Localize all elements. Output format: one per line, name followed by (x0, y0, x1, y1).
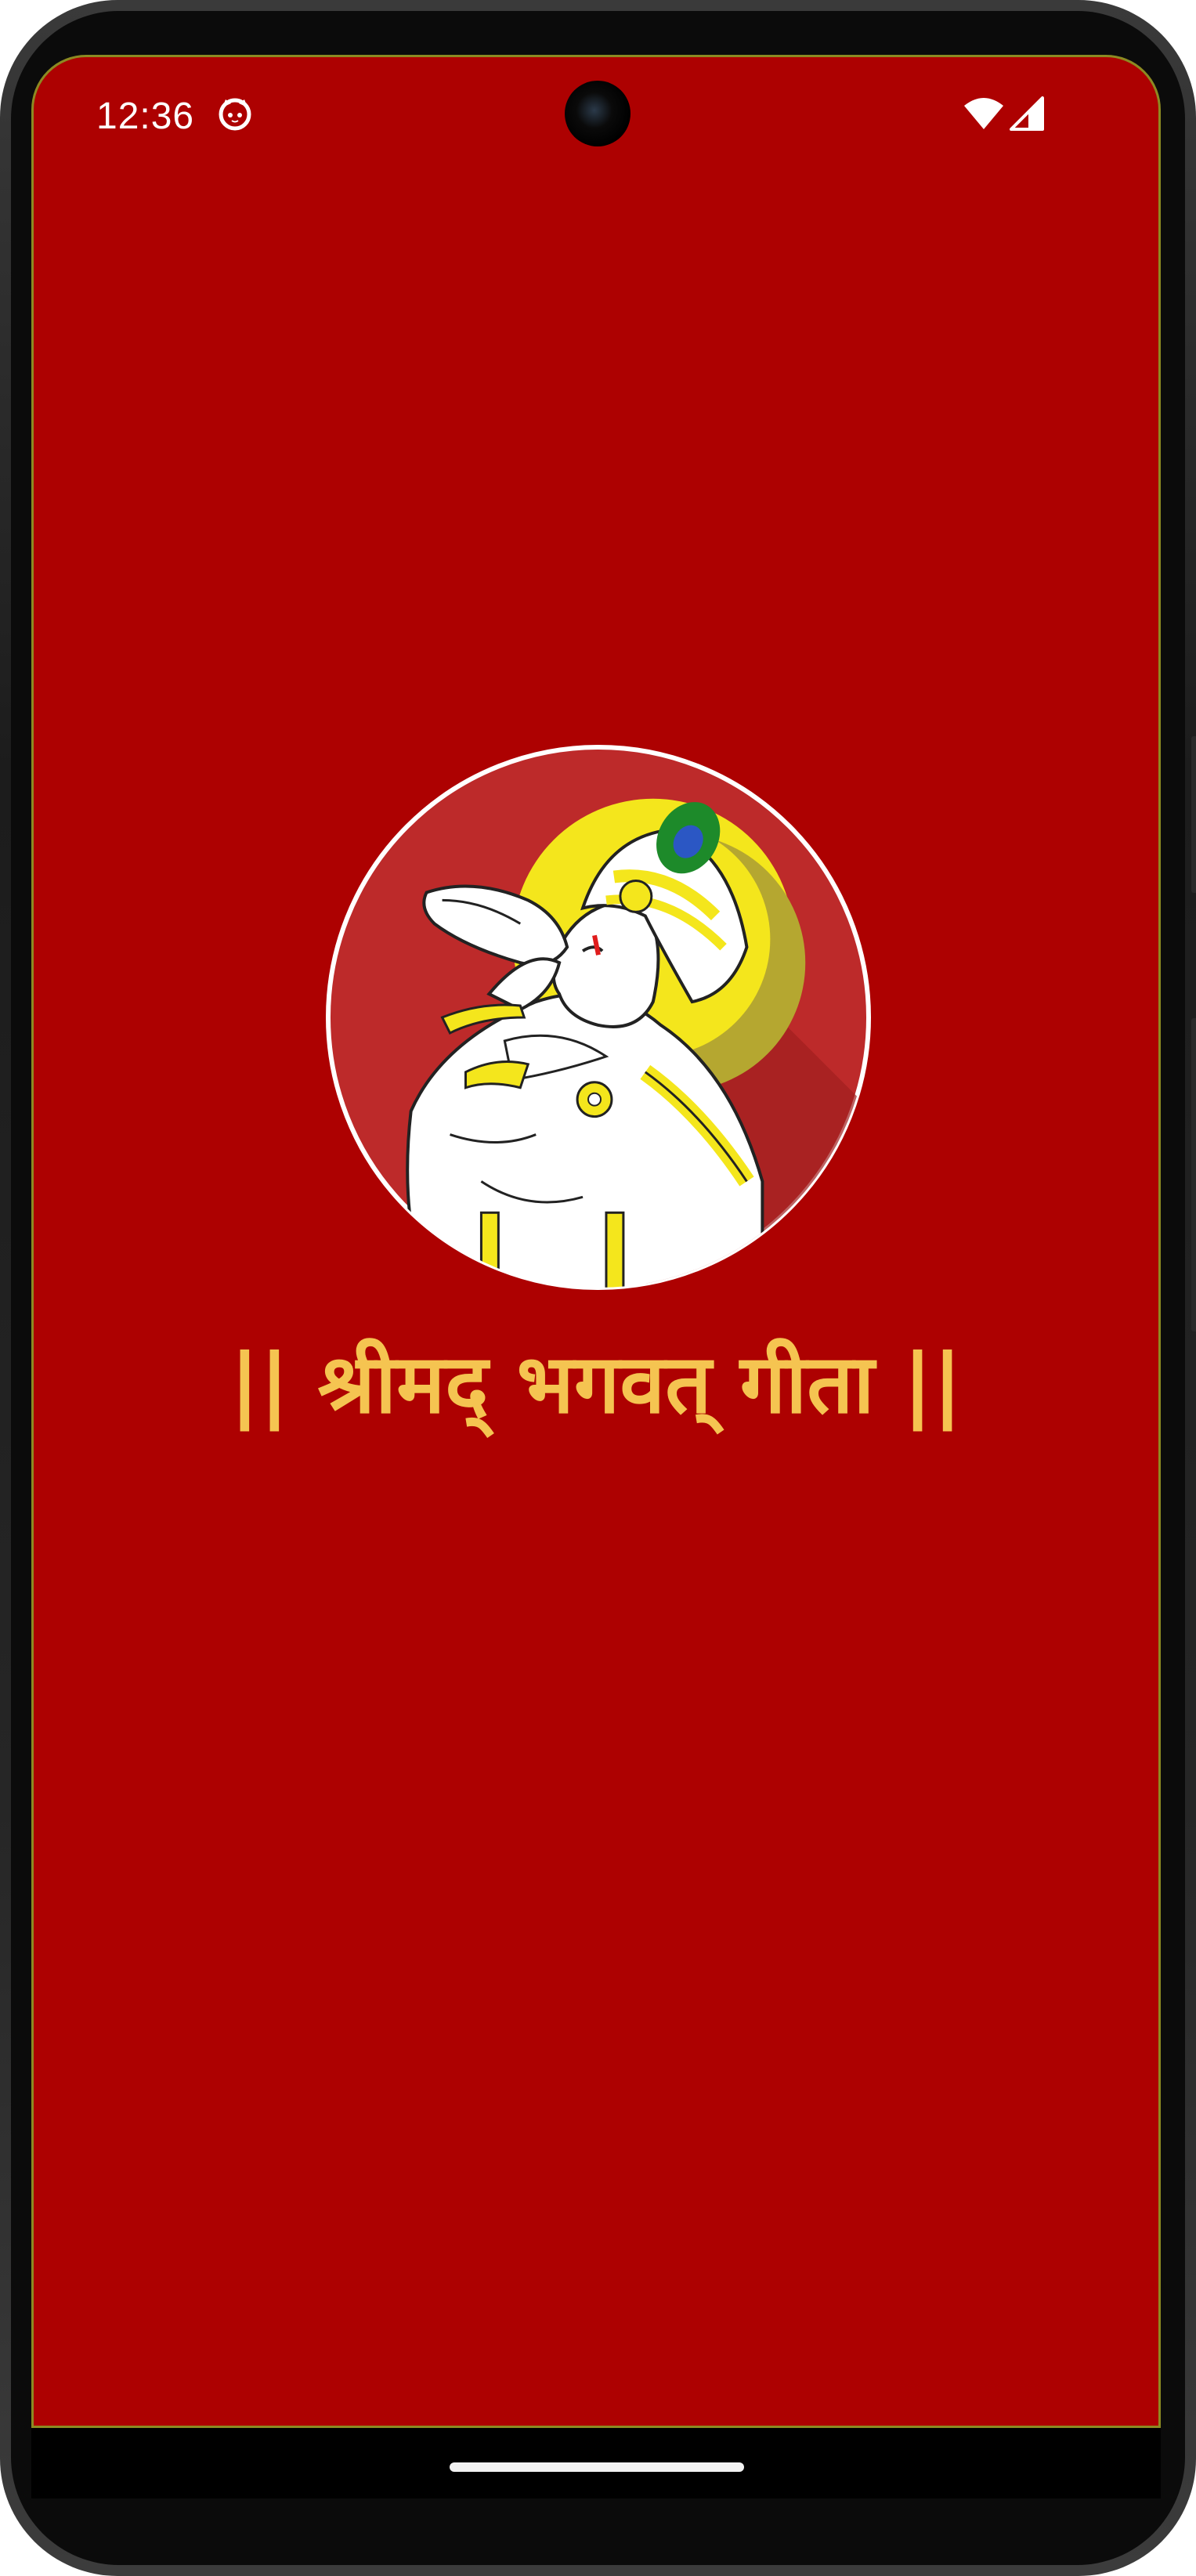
status-bar: 12:36 (34, 57, 1158, 175)
cat-face-icon (219, 98, 251, 131)
krishna-blowing-conch-logo (325, 744, 872, 1291)
splash-screen: 12:36 || श्रीमद् भगवत् गीता || (31, 55, 1161, 2428)
navigation-bar (31, 2428, 1161, 2498)
front-camera (565, 81, 631, 146)
app-title: || श्रीमद् भगवत् गीता || (229, 1336, 963, 1432)
volume-button (1191, 1018, 1196, 1331)
status-time: 12:36 (96, 96, 195, 137)
cell-signal-icon (1010, 96, 1044, 131)
wifi-icon (964, 98, 1003, 129)
power-button (1191, 736, 1196, 893)
home-gesture-handle[interactable] (450, 2462, 744, 2472)
